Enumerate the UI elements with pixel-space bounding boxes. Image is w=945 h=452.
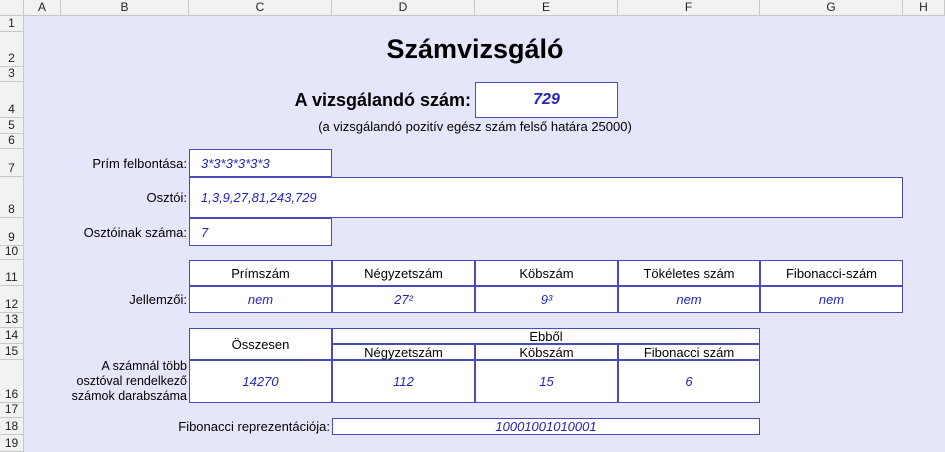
column-header-c[interactable]: C xyxy=(189,0,332,16)
select-all-corner[interactable] xyxy=(0,0,24,16)
row-header-7[interactable]: 7 xyxy=(0,149,24,177)
row-header-10[interactable]: 10 xyxy=(0,244,24,260)
property-value-cube: 9³ xyxy=(475,286,618,313)
row-header-12[interactable]: 12 xyxy=(0,286,24,313)
row-header-16[interactable]: 16 xyxy=(0,360,24,403)
input-limit-note: (a vizsgálandó pozitív egész szám felső … xyxy=(318,118,632,134)
factorization-value: 3*3*3*3*3*3 xyxy=(189,149,332,177)
row-header-2[interactable]: 2 xyxy=(0,32,24,67)
property-value-perfect: nem xyxy=(618,286,760,313)
fibonacci-representation-label: Fibonacci reprezentációja: xyxy=(178,419,330,434)
fibonacci-representation-value: 10001001010001 xyxy=(332,418,760,435)
row-header-4[interactable]: 4 xyxy=(0,82,24,118)
divisor-count-value: 7 xyxy=(189,218,332,246)
divisor-count-label: Osztóinak száma: xyxy=(83,224,187,240)
row-header-6[interactable]: 6 xyxy=(0,133,24,149)
property-header-cube: Köbszám xyxy=(475,260,618,286)
column-header-g[interactable]: G xyxy=(760,0,903,16)
row-header-8[interactable]: 8 xyxy=(0,177,24,218)
factorization-label: Prím felbontása: xyxy=(92,155,187,171)
column-header-d[interactable]: D xyxy=(332,0,475,16)
property-value-prime: nem xyxy=(189,286,332,313)
page-title: Számvizsgáló xyxy=(386,34,564,64)
total-value: 14270 xyxy=(189,360,332,403)
column-header-h[interactable]: H xyxy=(903,0,945,16)
property-value-fibonacci: nem xyxy=(760,286,903,313)
total-header: Összesen xyxy=(189,328,332,360)
row-header-1[interactable]: 1 xyxy=(0,16,24,32)
sub-header-fibonacci: Fibonacci szám xyxy=(618,344,760,360)
sub-header-square: Négyzetszám xyxy=(332,344,475,360)
number-input-field[interactable]: 729 xyxy=(475,82,618,118)
divisors-value: 1,3,9,27,81,243,729 xyxy=(189,177,903,218)
properties-label: Jellemzői: xyxy=(129,292,187,307)
column-header-b[interactable]: B xyxy=(61,0,189,16)
row-header-15[interactable]: 15 xyxy=(0,344,24,360)
property-header-perfect: Tökéletes szám xyxy=(618,260,760,286)
row-header-14[interactable]: 14 xyxy=(0,328,24,344)
property-header-fibonacci: Fibonacci-szám xyxy=(760,260,903,286)
sub-header-cube: Köbszám xyxy=(475,344,618,360)
row-header-3[interactable]: 3 xyxy=(0,66,24,82)
cube-count-value: 15 xyxy=(475,360,618,403)
property-header-prime: Prímszám xyxy=(189,260,332,286)
property-value-square: 27² xyxy=(332,286,475,313)
input-label: A vizsgálandó szám: xyxy=(294,89,471,110)
column-header-e[interactable]: E xyxy=(475,0,618,16)
row-header-18[interactable]: 18 xyxy=(0,418,24,435)
row-header-11[interactable]: 11 xyxy=(0,260,24,286)
property-header-square: Négyzetszám xyxy=(332,260,475,286)
column-header-f[interactable]: F xyxy=(618,0,760,16)
fibonacci-count-value: 6 xyxy=(618,360,760,403)
row-header-13[interactable]: 13 xyxy=(0,312,24,328)
square-count-value: 112 xyxy=(332,360,475,403)
group-header: Ebből xyxy=(332,328,760,344)
row-header-5[interactable]: 5 xyxy=(0,118,24,134)
column-header-a[interactable]: A xyxy=(24,0,61,16)
row-header-17[interactable]: 17 xyxy=(0,402,24,418)
row-header-19[interactable]: 19 xyxy=(0,435,24,452)
row-header-9[interactable]: 9 xyxy=(0,218,24,246)
more-divisors-label: A számnál több osztóval rendelkező számo… xyxy=(71,359,187,403)
divisors-label: Osztói: xyxy=(146,190,187,205)
